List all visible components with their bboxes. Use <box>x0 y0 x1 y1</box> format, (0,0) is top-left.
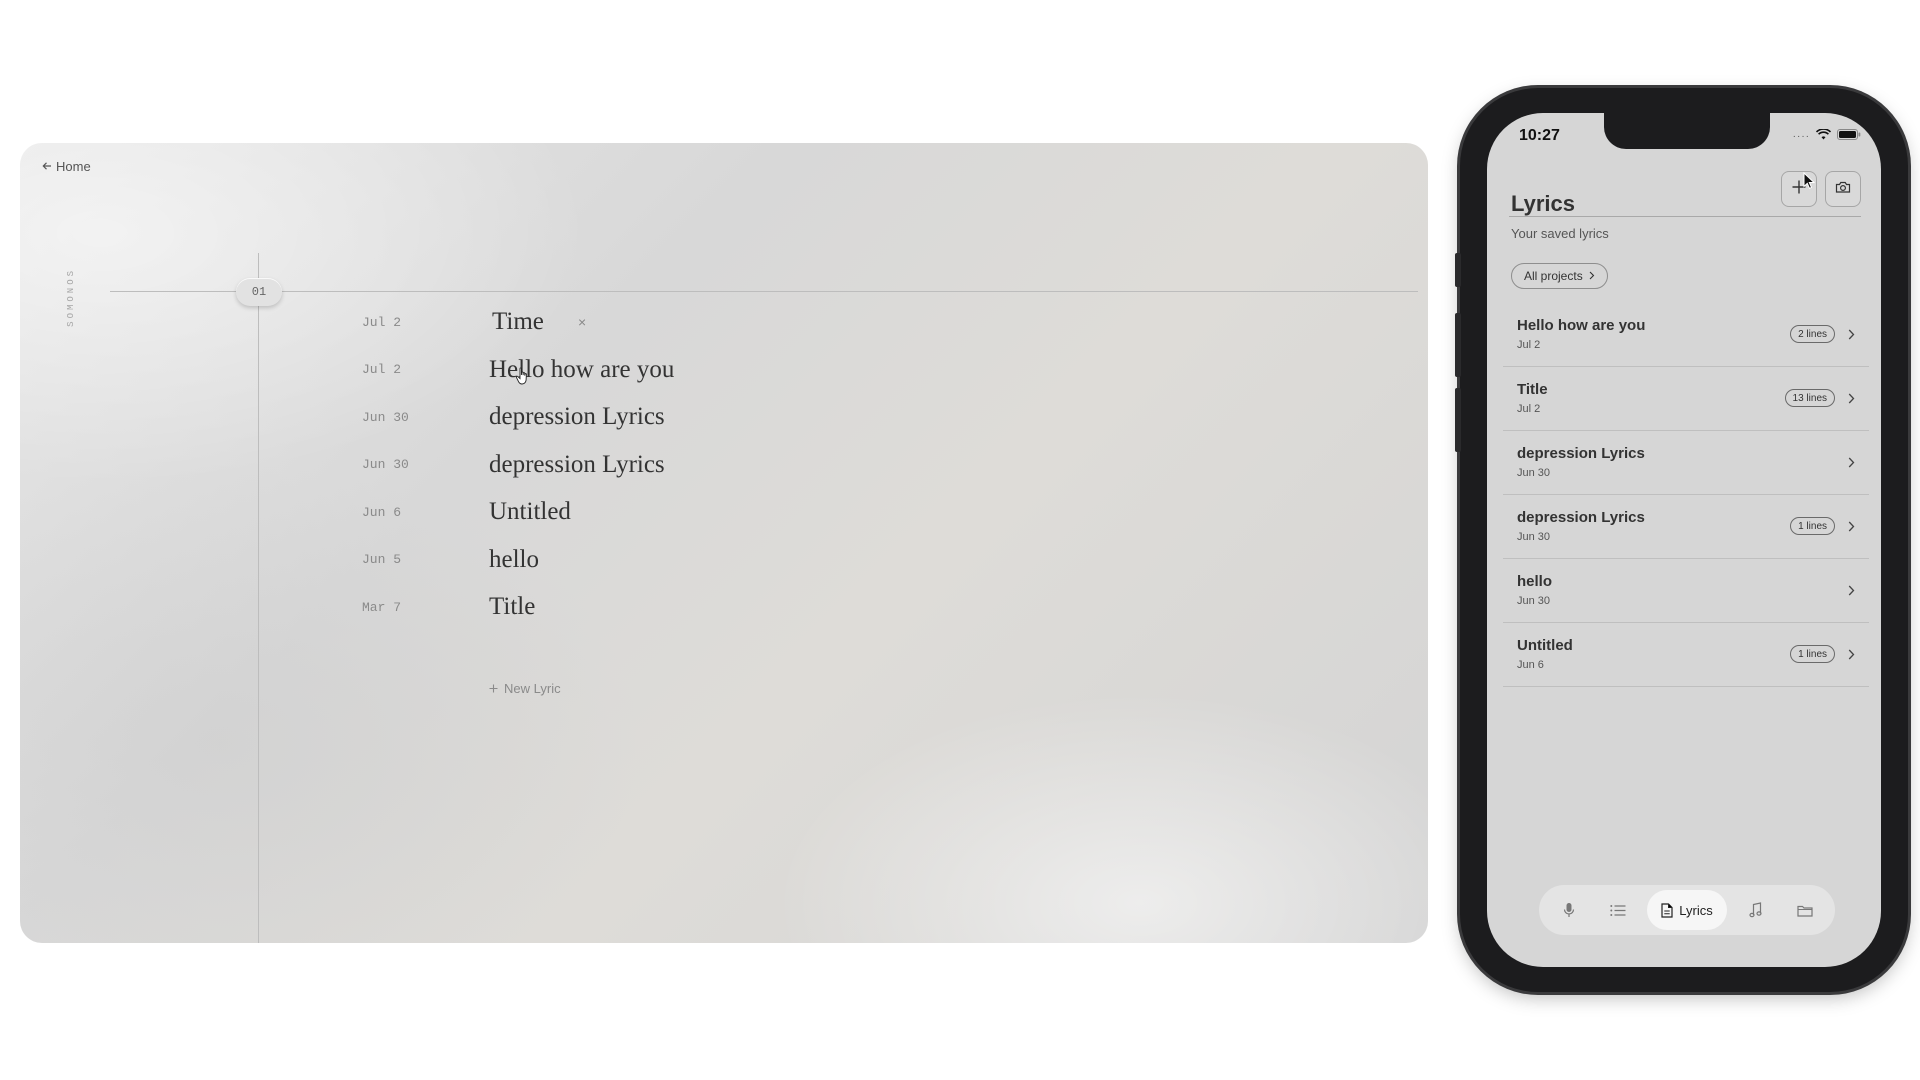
item-title: Untitled <box>1517 637 1573 654</box>
item-title: depression Lyrics <box>1517 445 1645 462</box>
item-title: Hello how are you <box>1517 317 1646 334</box>
lyric-title-editing[interactable]: Time <box>492 308 544 336</box>
lyrics-list: Hello how are you Jul 2 2 lines Title Jul 2 1… <box>1503 303 1869 687</box>
tab-microphone[interactable] <box>1549 890 1589 930</box>
new-lyric-label: New Lyric <box>504 681 561 696</box>
wifi-icon <box>1815 127 1832 145</box>
phone-volume-down-button <box>1455 388 1461 452</box>
lyric-row[interactable]: Jun 30 depression Lyrics <box>20 397 820 437</box>
tab-label: Lyrics <box>1679 902 1713 918</box>
bottom-tab-bar: Lyrics <box>1539 885 1835 935</box>
timeline-horizontal-line <box>110 291 1418 292</box>
lyric-row[interactable]: Mar 7 Title <box>20 587 820 627</box>
music-note-icon <box>1749 902 1762 918</box>
item-title: hello <box>1517 573 1553 590</box>
lyric-title[interactable]: Title <box>489 593 535 621</box>
chevron-right-icon <box>1848 583 1855 601</box>
lyric-date: Jul 2 <box>362 362 402 377</box>
list-icon <box>1610 904 1626 917</box>
lyric-date: Jul 2 <box>362 314 402 330</box>
mouse-pointer-icon <box>1803 172 1815 189</box>
item-date: Jun 30 <box>1517 531 1551 543</box>
lyric-row[interactable]: Jun 6 Untitled <box>20 492 820 532</box>
lyric-date: Jun 30 <box>362 457 409 472</box>
camera-icon <box>1835 180 1851 199</box>
lyric-title[interactable]: depression Lyrics <box>489 403 665 431</box>
document-icon <box>1661 902 1673 918</box>
lyric-list-item[interactable]: Title Jul 2 13 lines <box>1503 367 1869 431</box>
tab-folder[interactable] <box>1785 890 1825 930</box>
status-icons: ···· <box>1793 127 1861 145</box>
header-divider <box>1509 216 1861 217</box>
microphone-icon <box>1563 902 1575 918</box>
item-title: depression Lyrics <box>1517 509 1645 526</box>
line-count-badge: 2 lines <box>1790 325 1835 343</box>
lyric-row[interactable]: Jun 30 depression Lyrics <box>20 445 820 485</box>
home-back-label: Home <box>56 159 91 174</box>
chevron-right-icon <box>1848 391 1855 409</box>
item-date: Jun 30 <box>1517 467 1551 479</box>
desktop-lyrics-panel: Home SOMONOS 01 Jul 2 Time × Jul 2 Hello how… <box>20 143 1428 943</box>
home-back-link[interactable]: Home <box>42 159 91 174</box>
cellular-dots-icon: ···· <box>1792 130 1810 142</box>
plus-icon <box>489 681 498 696</box>
chevron-right-icon <box>1848 455 1855 473</box>
item-title: Title <box>1517 381 1548 398</box>
lyric-row[interactable]: Jun 5 hello <box>20 540 820 580</box>
chevron-right-icon <box>1848 327 1855 345</box>
page-subtitle: Your saved lyrics <box>1511 226 1609 241</box>
lyric-list-item[interactable]: Hello how are you Jul 2 2 lines <box>1503 303 1869 367</box>
tab-music-note[interactable] <box>1736 890 1776 930</box>
hand-cursor-icon <box>515 367 527 385</box>
lyric-row[interactable]: Jul 2 Time × <box>20 302 820 342</box>
page-title: Lyrics <box>1511 191 1576 216</box>
item-date: Jul 2 <box>1517 339 1541 351</box>
lyric-list-item[interactable]: Untitled Jun 6 1 lines <box>1503 623 1869 687</box>
item-date: Jun 30 <box>1517 595 1551 607</box>
lyric-title[interactable]: Untitled <box>489 498 571 526</box>
lyric-list-item[interactable]: hello Jun 30 <box>1503 559 1869 623</box>
battery-icon <box>1837 127 1861 145</box>
phone-volume-up-button <box>1455 313 1461 377</box>
lyric-row[interactable]: Jul 2 Hello how are you <box>20 350 820 390</box>
lyric-title[interactable]: depression Lyrics <box>489 451 665 479</box>
chevron-right-icon <box>1848 647 1855 665</box>
remove-lyric-icon[interactable]: × <box>578 314 586 330</box>
folder-icon <box>1797 904 1813 917</box>
item-date: Jul 2 <box>1517 403 1541 415</box>
tab-document[interactable]: Lyrics <box>1647 890 1727 930</box>
lyric-list-item[interactable]: depression Lyrics Jun 30 <box>1503 431 1869 495</box>
phone-side-button <box>1455 253 1461 287</box>
filter-label: All projects <box>1524 269 1583 283</box>
chevron-right-icon <box>1589 269 1595 283</box>
lyric-date: Jun 30 <box>362 409 409 425</box>
chevron-right-icon <box>1848 519 1855 537</box>
item-date: Jun 6 <box>1517 659 1544 671</box>
line-count-badge: 13 lines <box>1784 389 1835 407</box>
lyric-date: Mar 7 <box>362 599 402 615</box>
line-count-badge: 1 lines <box>1790 517 1835 535</box>
new-lyric-button[interactable]: New Lyric <box>489 681 561 696</box>
lyric-title[interactable]: hello <box>489 546 539 574</box>
phone-notch <box>1604 113 1770 149</box>
arrow-left-icon <box>42 159 52 174</box>
status-time: 10:27 <box>1519 127 1560 144</box>
all-projects-filter[interactable]: All projects <box>1511 263 1608 289</box>
line-count-badge: 1 lines <box>1790 645 1835 663</box>
lyric-date: Jun 5 <box>362 552 402 567</box>
lyric-date: Jun 6 <box>362 504 402 520</box>
tab-list[interactable] <box>1598 890 1638 930</box>
phone-device: 10:27 ···· Lyrics Your saved lyrics All … <box>1455 88 1908 992</box>
camera-button[interactable] <box>1825 171 1861 207</box>
lyric-list-item[interactable]: depression Lyrics Jun 30 1 lines <box>1503 495 1869 559</box>
phone-screen: 10:27 ···· Lyrics Your saved lyrics All … <box>1487 113 1881 967</box>
